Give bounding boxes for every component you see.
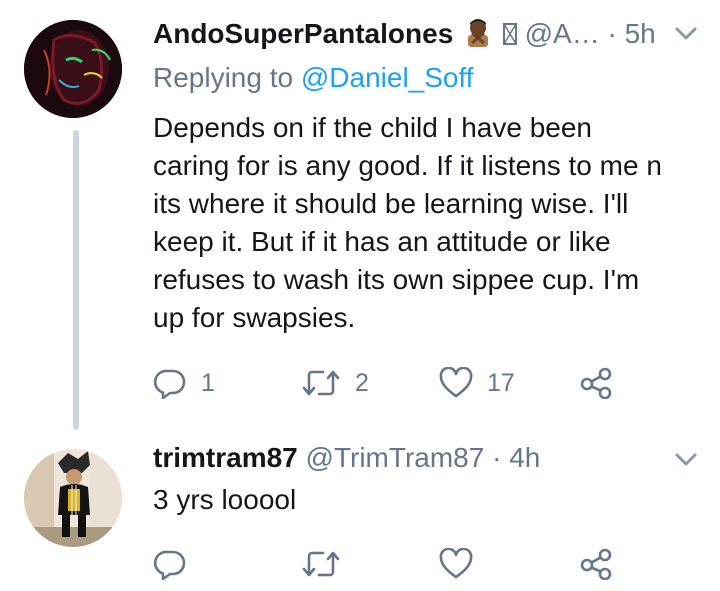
tweet-text: Depends on if the child I have been cari… <box>153 109 698 337</box>
replying-to: Replying to @Daniel_Soff <box>153 60 474 96</box>
like-button[interactable] <box>439 547 487 581</box>
user-handle[interactable]: @A… <box>525 18 600 49</box>
tweet-text-line: its where it should be learning wise. I'… <box>153 188 629 219</box>
heart-icon <box>439 367 473 399</box>
unknown-glyph-icon <box>502 20 517 56</box>
tweet-text: 3 yrs looool <box>153 481 296 519</box>
tweet-header: trimtram87 @TrimTram87 · 4h <box>153 440 540 476</box>
retweet-icon <box>301 548 341 580</box>
retweet-icon <box>301 367 341 399</box>
tweet-text-line: refuses to wash its own sippee cup. I'm <box>153 264 640 295</box>
share-button[interactable] <box>579 547 613 581</box>
tweet-text-line: 3 yrs looool <box>153 484 297 515</box>
tweet-time[interactable]: · 5h <box>608 18 656 49</box>
like-button[interactable]: 17 <box>439 366 515 400</box>
user-handle[interactable]: @TrimTram87 <box>306 442 485 473</box>
replying-to-handle[interactable]: @Daniel_Soff <box>301 62 474 93</box>
tweet-time[interactable]: · 4h <box>492 442 540 473</box>
heart-icon <box>439 548 473 580</box>
retweet-button[interactable] <box>301 547 355 581</box>
reply-button[interactable]: 1 <box>153 366 215 400</box>
avatar[interactable] <box>24 449 122 547</box>
tweet-text-line: caring for is any good. If it listens to… <box>153 150 662 181</box>
tweet-actions: 1 2 17 <box>153 366 633 400</box>
tweet-text-line: up for swapsies. <box>153 302 356 333</box>
man-gesturing-no-emoji <box>461 17 495 56</box>
reply-count: 1 <box>201 368 215 397</box>
tweet[interactable]: AndoSuperPantalones @A… · 5h Replying to… <box>0 0 720 430</box>
retweet-button[interactable]: 2 <box>301 366 369 400</box>
tweet-header: AndoSuperPantalones @A… · 5h <box>153 16 656 56</box>
reply-icon <box>153 367 187 399</box>
reply-button[interactable] <box>153 547 201 581</box>
avatar[interactable] <box>24 20 122 118</box>
share-icon <box>579 548 613 580</box>
display-name[interactable]: AndoSuperPantalones <box>153 18 453 49</box>
tweet-text-line: keep it. But if it has an attitude or li… <box>153 226 611 257</box>
share-button[interactable] <box>579 366 613 400</box>
chevron-down-icon[interactable] <box>674 26 698 47</box>
tweet-text-line: Depends on if the child I have been <box>153 112 592 143</box>
display-name[interactable]: trimtram87 <box>153 442 298 473</box>
replying-to-label: Replying to <box>153 62 301 93</box>
reply-icon <box>153 548 187 580</box>
share-icon <box>579 367 613 399</box>
chevron-down-icon[interactable] <box>674 452 698 473</box>
tweet[interactable]: trimtram87 @TrimTram87 · 4h 3 yrs looool <box>0 430 720 591</box>
retweet-count: 2 <box>355 368 369 397</box>
like-count: 17 <box>487 368 515 397</box>
tweet-actions <box>153 547 633 581</box>
